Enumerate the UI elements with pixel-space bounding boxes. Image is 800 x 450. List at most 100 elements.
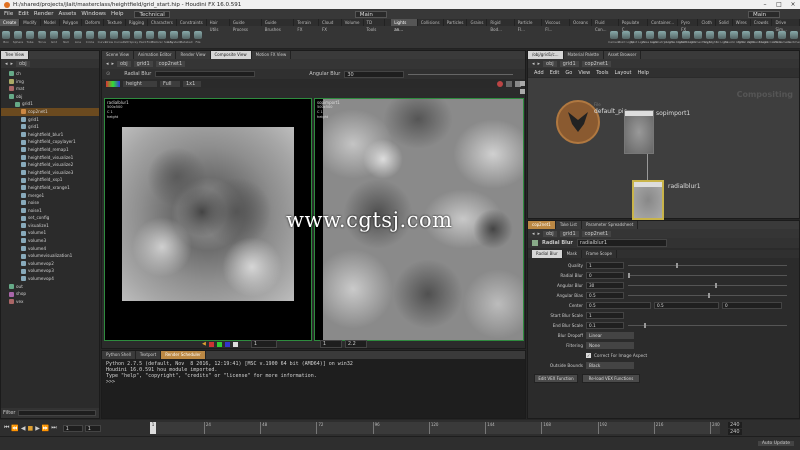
- shelf-tab-3[interactable]: Polygon: [60, 19, 83, 26]
- viewer-value2-field[interactable]: 2.2: [344, 340, 367, 348]
- tree-item[interactable]: heightfield_visualize1: [1, 154, 99, 162]
- network-tab-2[interactable]: Asset Browser: [604, 51, 642, 59]
- param-path-cop[interactable]: cop2net1: [581, 230, 612, 237]
- rgb-icon[interactable]: [106, 80, 120, 87]
- network-menu-layout[interactable]: Layout: [615, 70, 632, 76]
- center-y-field[interactable]: 0.5: [654, 301, 719, 309]
- tree-path[interactable]: obj: [16, 60, 30, 67]
- prev-frame-icon[interactable]: ◀: [202, 341, 206, 347]
- shelf-tool-6[interactable]: Line: [72, 26, 84, 49]
- network-menu-tools[interactable]: Tools: [596, 70, 608, 76]
- tree-item[interactable]: vex: [1, 298, 99, 306]
- net-path-cop[interactable]: cop2net1: [581, 60, 612, 67]
- shelf-tab-right-1[interactable]: Collisions: [418, 19, 444, 26]
- param-subtab-1[interactable]: Mask: [563, 250, 582, 258]
- param-tab-1[interactable]: Parameter Spreadsheet: [582, 221, 639, 229]
- shelf-tool-0[interactable]: Box: [0, 26, 12, 49]
- console-tab-2[interactable]: Render Scheduler: [161, 351, 206, 359]
- light-tool-13[interactable]: Stereo Camera: [759, 26, 781, 49]
- shelf-tab-right-12[interactable]: Cloth: [698, 19, 716, 26]
- filtering-select[interactable]: None: [586, 341, 634, 349]
- back-arrow-icon[interactable]: ◂: [532, 61, 535, 67]
- light-tool-15[interactable]: Switcher: [788, 26, 800, 49]
- viewer-value1-field[interactable]: 1: [319, 340, 342, 348]
- end-scale-slider[interactable]: [628, 322, 787, 328]
- param-slider[interactable]: [628, 272, 787, 278]
- light-tool-3[interactable]: Area Light: [642, 26, 658, 49]
- shelf-tab-2[interactable]: Model: [41, 19, 60, 26]
- tree-item[interactable]: volume3: [1, 237, 99, 245]
- shelf-tool-16[interactable]: File: [192, 26, 204, 49]
- dropoff-select[interactable]: Linear: [586, 331, 634, 339]
- shelf-tab-right-10[interactable]: Container...: [648, 19, 679, 26]
- tree-item[interactable]: grid1: [1, 116, 99, 124]
- tree-item[interactable]: set_config: [1, 214, 99, 222]
- light-tool-6[interactable]: Distant Light: [676, 26, 696, 49]
- param-field[interactable]: 0.5: [586, 291, 624, 299]
- shelf-tab-11[interactable]: Guide Brushes: [262, 19, 295, 32]
- shelf-tool-12[interactable]: Font: [144, 26, 156, 49]
- tab-tree-view[interactable]: Tree View: [1, 51, 30, 59]
- pin-icon[interactable]: ⊙: [106, 71, 110, 77]
- param1-field[interactable]: [155, 71, 256, 77]
- network-tab-0[interactable]: /obj/grid1/c...: [528, 51, 564, 59]
- shelf-tab-right-7[interactable]: Oceans: [570, 19, 592, 26]
- param-subtab-2[interactable]: Frame Scope: [582, 250, 617, 258]
- maximize-button[interactable]: □: [772, 1, 786, 8]
- stop-icon[interactable]: ■: [28, 425, 34, 432]
- go-end-icon[interactable]: ⏭: [51, 424, 56, 432]
- blue-channel-icon[interactable]: [224, 341, 230, 347]
- param-field[interactable]: 30: [586, 281, 624, 289]
- param-tab-0[interactable]: Take List: [556, 221, 582, 229]
- param-path-obj[interactable]: obj: [543, 230, 557, 237]
- shelf-tab-8[interactable]: Constraints: [177, 19, 207, 26]
- shelf-tab-right-4[interactable]: Rigid Bod...: [487, 19, 515, 32]
- shelf-tab-1[interactable]: Modify: [20, 19, 41, 26]
- shelf-tab-right-9[interactable]: Populate C...: [619, 19, 649, 32]
- tree-item[interactable]: volumevop2: [1, 260, 99, 268]
- fit-icon[interactable]: [520, 81, 525, 86]
- tree-item[interactable]: img: [1, 78, 99, 86]
- tree-item[interactable]: volumevisualization1: [1, 252, 99, 260]
- param-slider-handle[interactable]: [628, 272, 630, 278]
- light-tool-2[interactable]: Spot Light: [630, 26, 646, 49]
- shelf-tab-13[interactable]: Cloud FX: [319, 19, 342, 32]
- reload-vex-button[interactable]: Re-load VEX Functions: [582, 374, 640, 383]
- end-field-a[interactable]: 240: [728, 422, 742, 428]
- tree-item[interactable]: heightfield_visualize2: [1, 161, 99, 169]
- tree-item[interactable]: heightfield_xsp1: [1, 176, 99, 184]
- tree-item[interactable]: mat: [1, 85, 99, 93]
- tree-item[interactable]: heightfield_blur1: [1, 131, 99, 139]
- python-console[interactable]: Python 2.7.5 (default, Nov 8 2016, 12:19…: [102, 359, 525, 418]
- shelf-tool-9[interactable]: Draw Curve: [105, 26, 123, 49]
- aspect-checkbox[interactable]: ✓: [586, 352, 591, 358]
- menu-windows[interactable]: Windows: [81, 11, 106, 17]
- shelf-tool-7[interactable]: Circle: [84, 26, 96, 49]
- tree-item[interactable]: heightfield_xrange1: [1, 184, 99, 192]
- back-arrow-icon[interactable]: ◂: [106, 61, 109, 67]
- light-tool-8[interactable]: Sky Light: [703, 26, 717, 49]
- back-arrow-icon[interactable]: ◂: [532, 231, 535, 237]
- menu-render[interactable]: Render: [34, 11, 54, 17]
- menu-edit[interactable]: Edit: [18, 11, 29, 17]
- node-name-field[interactable]: radialblur1: [576, 239, 667, 247]
- light-tool-12[interactable]: Ambient Light: [747, 26, 769, 49]
- tree-item[interactable]: heightfield_visualize3: [1, 169, 99, 177]
- right-shelf-set-selector[interactable]: Main: [748, 10, 780, 18]
- shelf-tab-7[interactable]: Characters: [148, 19, 177, 26]
- viewer-tab-1[interactable]: Animation Editor: [134, 51, 177, 59]
- param-slider-handle[interactable]: [707, 292, 710, 298]
- end-frame-field[interactable]: 1: [84, 424, 101, 432]
- shelf-tab-5[interactable]: Texture: [104, 19, 126, 26]
- minimize-button[interactable]: –: [758, 1, 772, 8]
- shelf-tab-0[interactable]: Create: [0, 19, 21, 26]
- shelf-tab-right-16[interactable]: Drive Sim...: [772, 19, 800, 32]
- viewer-frame-field[interactable]: 1: [250, 340, 277, 348]
- shelf-tab-12[interactable]: Terrain FX: [294, 19, 319, 32]
- net-path-obj[interactable]: obj: [543, 60, 557, 67]
- menu-assets[interactable]: Assets: [58, 11, 76, 17]
- network-canvas[interactable]: Compositing File default_pic sopimport1 …: [528, 78, 799, 220]
- viewer-tab-0[interactable]: Scene View: [102, 51, 134, 59]
- viewer-tab-2[interactable]: Render View: [176, 51, 211, 59]
- shelf-tab-9[interactable]: Hair Utils: [207, 19, 230, 32]
